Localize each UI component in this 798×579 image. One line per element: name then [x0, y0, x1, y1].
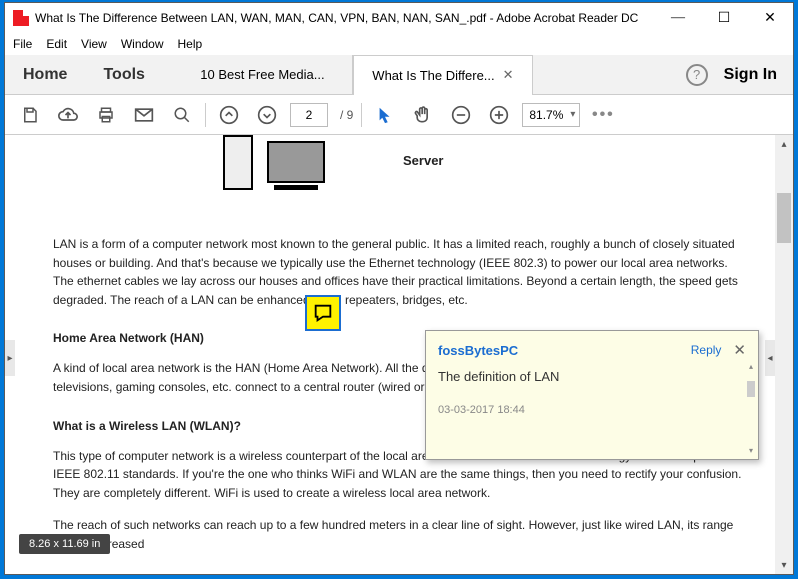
- server-label: Server: [403, 153, 443, 168]
- more-icon[interactable]: •••: [588, 100, 618, 130]
- separator: [361, 103, 362, 127]
- comment-author: fossBytesPC: [438, 343, 691, 358]
- help-icon[interactable]: ?: [686, 64, 708, 86]
- menu-help[interactable]: Help: [178, 37, 203, 51]
- page-number-input[interactable]: [290, 103, 328, 127]
- pdf-icon: [13, 10, 29, 26]
- left-panel-toggle[interactable]: ▸: [5, 340, 15, 376]
- tab-label: What Is The Differe...: [372, 68, 494, 83]
- comment-reply-link[interactable]: Reply: [691, 343, 722, 357]
- zoom-select[interactable]: 81.7%: [522, 103, 580, 127]
- comment-body: The definition of LAN: [438, 369, 746, 384]
- hand-icon[interactable]: [408, 100, 438, 130]
- print-icon[interactable]: [91, 100, 121, 130]
- scroll-up-icon[interactable]: ▴: [775, 135, 793, 153]
- comment-close-icon[interactable]: ✕: [733, 341, 746, 359]
- illustration: [223, 135, 745, 190]
- comment-timestamp: 03-03-2017 18:44: [438, 404, 746, 416]
- window-controls: — ☐ ✕: [655, 3, 793, 33]
- comment-scrollbar[interactable]: ▴ ▾: [746, 361, 756, 455]
- scroll-thumb[interactable]: [777, 193, 791, 243]
- menu-view[interactable]: View: [81, 37, 107, 51]
- titlebar: What Is The Difference Between LAN, WAN,…: [5, 3, 793, 33]
- signin-button[interactable]: Sign In: [724, 66, 777, 84]
- document-tab-0[interactable]: 10 Best Free Media...: [173, 55, 353, 94]
- minimize-button[interactable]: —: [655, 3, 701, 33]
- tab-row: Home Tools 10 Best Free Media... What Is…: [5, 55, 793, 95]
- menu-window[interactable]: Window: [121, 37, 164, 51]
- tools-tab[interactable]: Tools: [85, 66, 162, 84]
- document-tab-1[interactable]: What Is The Differe... ✕: [353, 55, 533, 94]
- tab-close-icon[interactable]: ✕: [503, 67, 514, 83]
- tab-label: 10 Best Free Media...: [200, 67, 324, 82]
- scroll-down-icon[interactable]: ▾: [746, 445, 756, 455]
- app-window: What Is The Difference Between LAN, WAN,…: [4, 2, 794, 575]
- monitor-icon: [267, 141, 325, 190]
- page-up-icon[interactable]: [214, 100, 244, 130]
- zoom-out-icon[interactable]: [446, 100, 476, 130]
- comment-popup: fossBytesPC Reply ✕ The definition of LA…: [425, 330, 759, 460]
- menubar: File Edit View Window Help: [5, 33, 793, 55]
- menu-file[interactable]: File: [13, 37, 32, 51]
- save-icon[interactable]: [15, 100, 45, 130]
- page-total: / 9: [340, 108, 353, 122]
- separator: [205, 103, 206, 127]
- toolbar: / 9 81.7% •••: [5, 95, 793, 135]
- scroll-up-icon[interactable]: ▴: [746, 361, 756, 371]
- computer-tower-icon: [223, 135, 253, 190]
- paragraph-last: The reach of such networks can reach up …: [53, 516, 745, 553]
- email-icon[interactable]: [129, 100, 159, 130]
- scroll-down-icon[interactable]: ▾: [775, 556, 793, 574]
- scroll-thumb[interactable]: [747, 381, 755, 397]
- zoom-in-icon[interactable]: [484, 100, 514, 130]
- home-tab[interactable]: Home: [5, 66, 85, 84]
- sticky-note-icon[interactable]: [305, 295, 341, 331]
- vertical-scrollbar[interactable]: ▴ ▾: [775, 135, 793, 574]
- cloud-upload-icon[interactable]: [53, 100, 83, 130]
- maximize-button[interactable]: ☐: [701, 3, 747, 33]
- window-title: What Is The Difference Between LAN, WAN,…: [35, 11, 655, 25]
- paragraph-lan: LAN is a form of a computer network most…: [53, 235, 745, 309]
- search-icon[interactable]: [167, 100, 197, 130]
- menu-edit[interactable]: Edit: [46, 37, 67, 51]
- zoom-value: 81.7%: [529, 108, 563, 122]
- pointer-icon[interactable]: [370, 100, 400, 130]
- document-viewport: ▸ ◂ Server LAN is a form of a computer n…: [5, 135, 793, 574]
- close-button[interactable]: ✕: [747, 3, 793, 33]
- page-down-icon[interactable]: [252, 100, 282, 130]
- page-dimensions-badge: 8.26 x 11.69 in: [19, 534, 110, 554]
